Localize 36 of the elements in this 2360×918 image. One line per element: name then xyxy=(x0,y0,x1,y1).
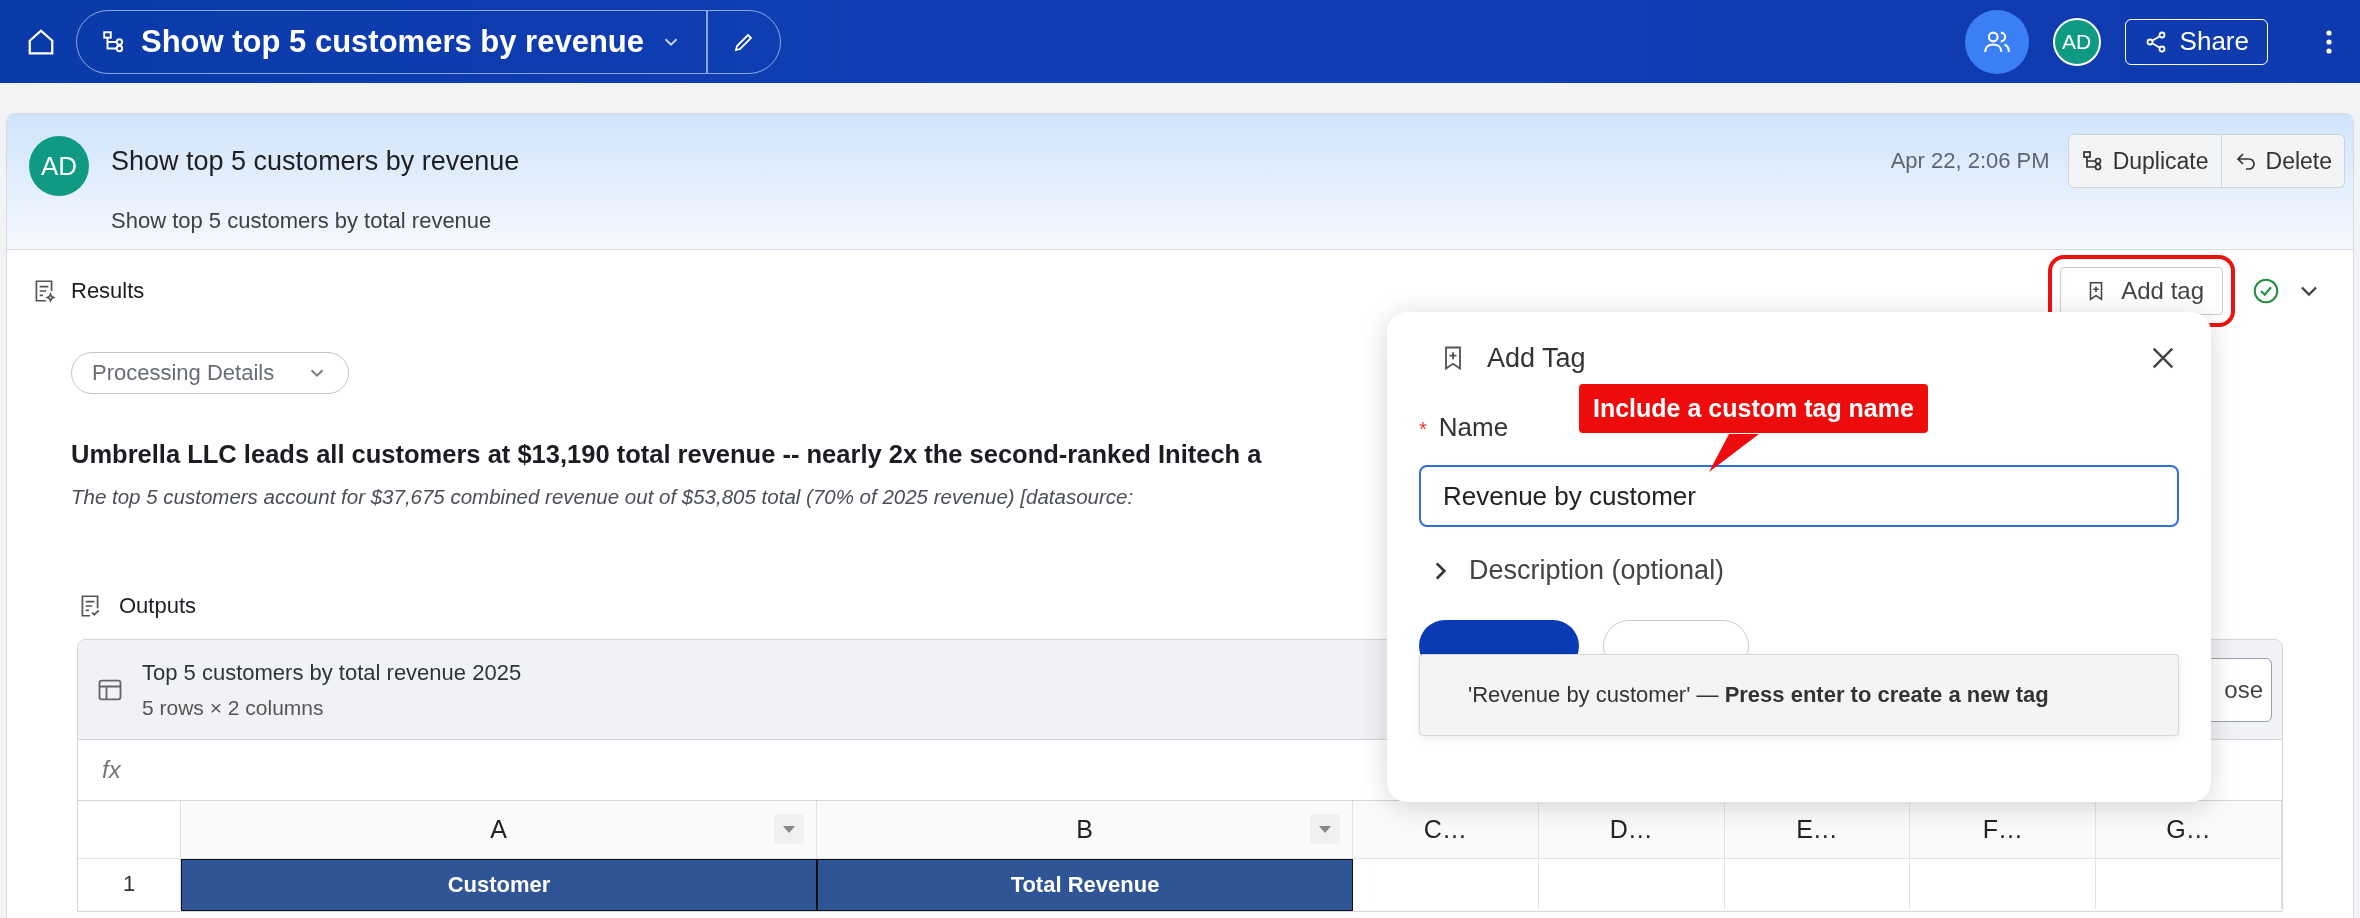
table-title: Top 5 customers by total revenue 2025 xyxy=(142,659,522,686)
table-cell: Total Revenue xyxy=(817,859,1353,911)
dialog-title: Add Tag xyxy=(1487,342,1586,374)
formula-label: fx xyxy=(102,756,121,784)
tag-suggestion-menu[interactable]: 'Revenue by customer' — Press enter to create a new tag xyxy=(1419,654,2179,736)
result-headline: Umbrella LLC leads all customers at $13,190 total revenue -- nearly 2x the second-ranked Initech a xyxy=(71,440,1263,469)
result-summary: The top 5 customers account for $37,675 combined revenue out of $53,805 total (70% of 2025 revenue) [datasource: xyxy=(71,485,1134,509)
message-title: Show top 5 customers by revenue xyxy=(111,145,520,177)
dropdown-icon[interactable] xyxy=(774,814,804,844)
column-header[interactable]: E… xyxy=(1724,801,1911,859)
user-avatar[interactable]: AD xyxy=(2052,17,2101,66)
user-avatar: AD xyxy=(29,136,89,196)
results-heading: Results xyxy=(71,278,145,304)
share-button[interactable]: Share xyxy=(2124,18,2268,65)
name-label: Name xyxy=(1438,412,1509,443)
more-icon[interactable] xyxy=(2324,27,2334,56)
description-toggle[interactable]: Description (optional) xyxy=(1469,555,1725,586)
message-subtitle: Show top 5 customers by total revenue xyxy=(111,208,493,234)
column-header[interactable]: C… xyxy=(1353,801,1539,859)
dropdown-icon[interactable] xyxy=(1310,814,1340,844)
column-header[interactable]: F… xyxy=(1910,801,2097,859)
callout-pointer xyxy=(1709,434,1759,472)
column-header[interactable]: D… xyxy=(1538,801,1725,859)
column-header[interactable]: A xyxy=(181,801,817,859)
timestamp: Apr 22, 2:06 PM xyxy=(1890,148,2050,174)
thread-title: Show top 5 customers by revenue xyxy=(141,23,645,60)
table-cell: Customer xyxy=(181,859,817,911)
column-header[interactable]: G… xyxy=(2096,801,2282,859)
tag-name-field[interactable]: Revenue by customer xyxy=(1419,465,2179,527)
processing-details-dropdown[interactable]: Processing Details xyxy=(71,352,350,394)
table-dimensions: 5 rows × 2 columns xyxy=(142,695,325,720)
duplicate-button[interactable]: Duplicate xyxy=(2067,134,2222,188)
column-header[interactable]: B xyxy=(817,801,1353,859)
outputs-heading: Outputs xyxy=(119,593,197,619)
required-asterisk: * xyxy=(1419,418,1427,441)
delete-button[interactable]: Delete xyxy=(2221,134,2345,188)
